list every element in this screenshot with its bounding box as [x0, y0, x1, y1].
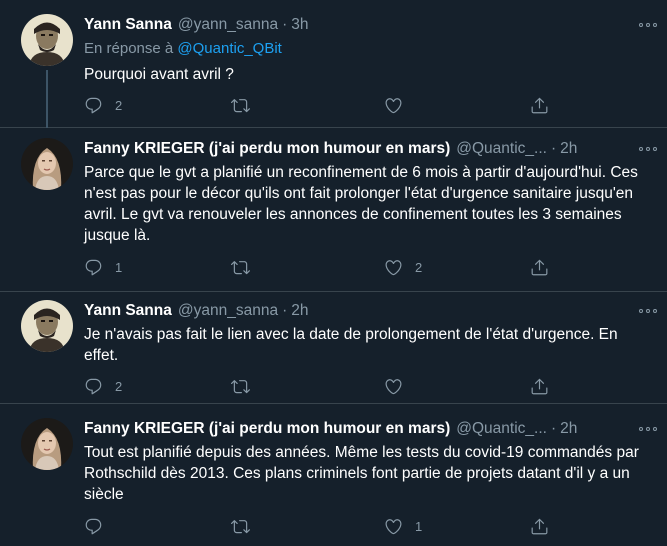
timestamp[interactable]: 2h	[560, 140, 577, 158]
share-icon	[530, 96, 549, 115]
like-count: 1	[415, 518, 423, 534]
share-icon	[530, 377, 549, 396]
reply-count: 2	[115, 97, 123, 113]
avatar[interactable]	[21, 418, 73, 470]
share-button[interactable]	[530, 94, 549, 116]
user-handle[interactable]: @yann_sanna	[178, 302, 278, 320]
tweet-text: Parce que le gvt a planifié un reconfine…	[84, 164, 638, 244]
tweet-header: Yann Sanna @yann_sanna · 2h	[84, 300, 653, 322]
tweet-actions: 2	[84, 375, 564, 397]
reply-count: 2	[115, 378, 123, 394]
reply-button[interactable]: 1	[84, 256, 122, 278]
retweet-icon	[231, 96, 250, 115]
reply-count: 1	[115, 259, 123, 275]
tweet-header: Fanny KRIEGER (j'ai perdu mon humour en …	[84, 418, 653, 440]
reply-icon	[84, 96, 103, 115]
avatar[interactable]	[21, 300, 73, 352]
like-icon	[384, 517, 403, 536]
tweet-header: Fanny KRIEGER (j'ai perdu mon humour en …	[84, 138, 653, 160]
like-count: 2	[415, 259, 423, 275]
reply-button[interactable]: 2	[84, 94, 122, 116]
retweet-icon	[231, 517, 250, 536]
more-icon[interactable]	[637, 142, 659, 156]
tweet-text: Pourquoi avant avril ?	[84, 66, 234, 83]
like-button[interactable]	[384, 375, 415, 397]
retweet-button[interactable]	[231, 375, 262, 397]
separator: ·	[550, 140, 557, 157]
avatar[interactable]	[21, 14, 73, 66]
user-handle[interactable]: @yann_sanna	[178, 16, 278, 34]
display-name[interactable]: Yann Sanna	[84, 16, 172, 34]
share-button[interactable]	[530, 256, 549, 278]
tweet-4[interactable]: Fanny KRIEGER (j'ai perdu mon humour en …	[0, 404, 667, 546]
separator: ·	[282, 302, 288, 319]
timestamp[interactable]: 2h	[560, 420, 577, 438]
retweet-icon	[231, 258, 250, 277]
like-button[interactable]: 2	[384, 256, 422, 278]
more-icon[interactable]	[637, 18, 659, 32]
share-icon	[530, 258, 549, 277]
tweet-header: Yann Sanna @yann_sanna · 3h	[84, 14, 653, 36]
retweet-button[interactable]	[231, 515, 262, 537]
retweet-icon	[231, 377, 250, 396]
like-button[interactable]	[384, 94, 415, 116]
reply-button[interactable]: 2	[84, 375, 122, 397]
retweet-button[interactable]	[231, 256, 262, 278]
user-handle[interactable]: @Quantic_...	[456, 420, 547, 438]
reply-icon	[84, 377, 103, 396]
reply-to-line: En réponse à @Quantic_QBit	[84, 40, 282, 57]
tweet-text: Tout est planifié depuis des années. Mêm…	[84, 444, 639, 503]
tweet-2[interactable]: Fanny KRIEGER (j'ai perdu mon humour en …	[0, 128, 667, 292]
timestamp[interactable]: 2h	[291, 302, 308, 320]
display-name[interactable]: Fanny KRIEGER (j'ai perdu mon humour en …	[84, 140, 450, 158]
like-icon	[384, 377, 403, 396]
separator: ·	[550, 420, 557, 437]
like-icon	[384, 258, 403, 277]
reply-to-link[interactable]: @Quantic_QBit	[177, 40, 281, 57]
like-button[interactable]: 1	[384, 515, 422, 537]
tweet-actions: 2	[84, 94, 564, 116]
separator: ·	[282, 16, 288, 33]
reply-to-label: En réponse à	[84, 40, 174, 57]
more-icon[interactable]	[637, 304, 659, 318]
tweet-actions: 1 2	[84, 256, 564, 278]
tweet-text: Je n'avais pas fait le lien avec la date…	[84, 326, 618, 364]
thread-line	[46, 70, 48, 128]
tweet-actions: 1	[84, 515, 564, 537]
user-handle[interactable]: @Quantic_...	[456, 140, 547, 158]
more-icon[interactable]	[637, 422, 659, 436]
avatar[interactable]	[21, 138, 73, 190]
timestamp[interactable]: 3h	[291, 16, 308, 34]
share-button[interactable]	[530, 515, 549, 537]
tweet-3[interactable]: Yann Sanna @yann_sanna · 2h Je n'avais p…	[0, 292, 667, 404]
display-name[interactable]: Fanny KRIEGER (j'ai perdu mon humour en …	[84, 420, 450, 438]
retweet-button[interactable]	[231, 94, 262, 116]
like-icon	[384, 96, 403, 115]
tweet-1[interactable]: Yann Sanna @yann_sanna · 3h En réponse à…	[0, 0, 667, 128]
reply-icon	[84, 517, 103, 536]
reply-icon	[84, 258, 103, 277]
share-icon	[530, 517, 549, 536]
reply-button[interactable]	[84, 515, 115, 537]
share-button[interactable]	[530, 375, 549, 397]
display-name[interactable]: Yann Sanna	[84, 302, 172, 320]
